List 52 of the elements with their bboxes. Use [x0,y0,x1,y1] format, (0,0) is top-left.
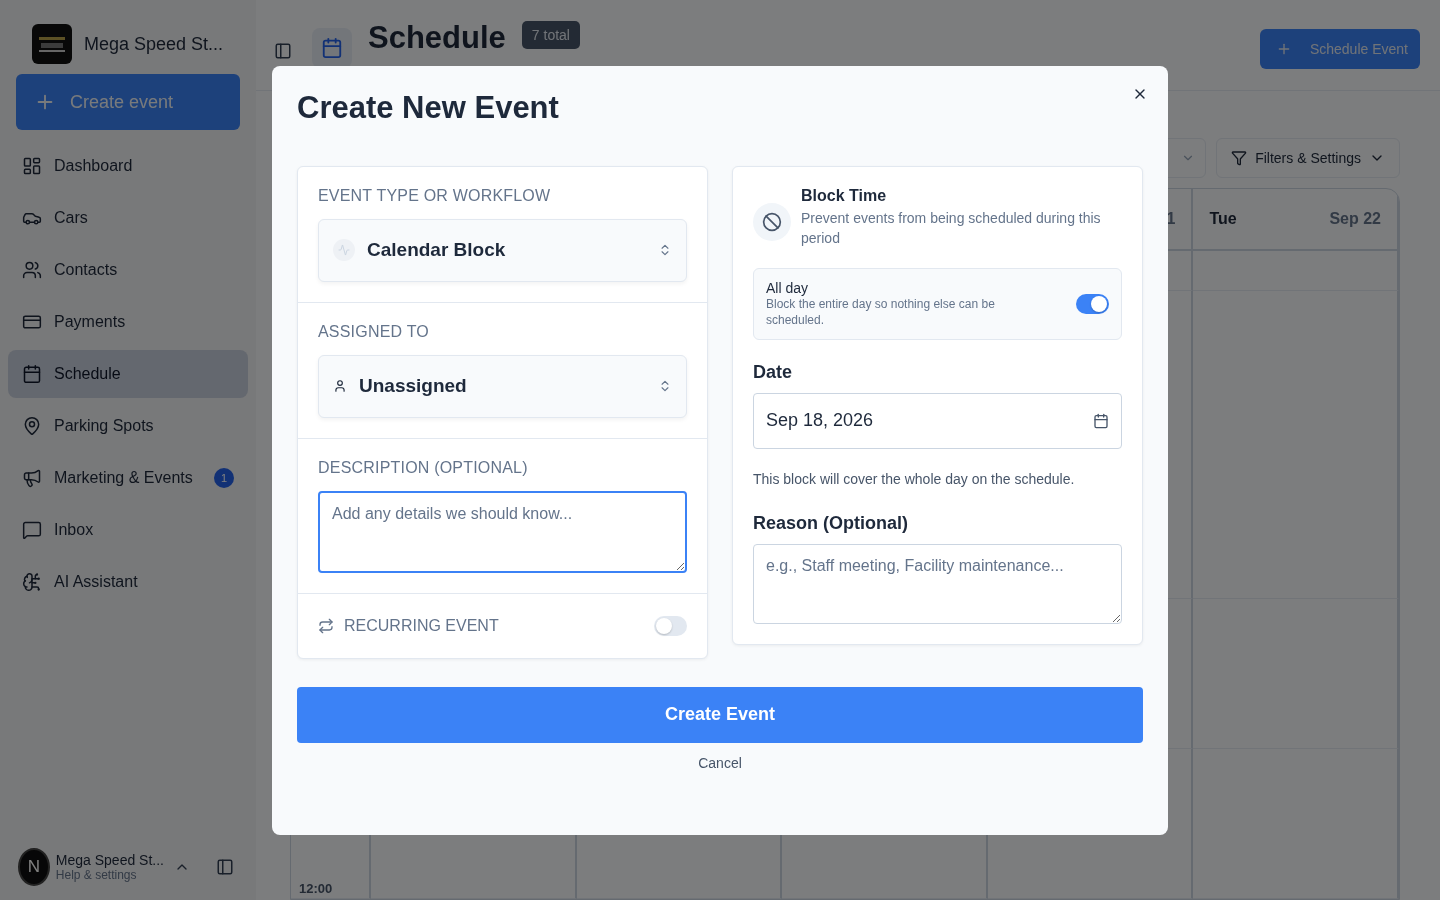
map-pin-icon [22,416,42,436]
date-field[interactable]: Sep 18, 2026 [753,392,1122,449]
filters-button[interactable]: Filters & Settings [1216,138,1400,178]
brand-name: Mega Speed St... [84,33,224,55]
description-field[interactable]: Add any details we should know... [318,490,687,573]
nav-item[interactable]: Schedule [8,350,248,398]
time-label: 12:00 [299,881,333,896]
user-name: Mega Speed St... [55,852,164,868]
count-badge: 7 total [521,21,580,49]
recurring-toggle[interactable] [654,615,687,636]
user-avatar[interactable]: N [18,848,50,886]
day-date: Sep 22 [1329,210,1381,228]
brain-icon [22,572,42,592]
users-icon [22,260,42,280]
activity-icon [333,239,355,261]
chat-bubble-icon [22,520,42,540]
page-title: Schedule [368,20,506,56]
day-date: 1 [1166,210,1176,228]
repeat-icon [318,617,334,634]
megaphone-icon [22,468,42,488]
recurring-label: RECURRING EVENT [344,616,499,635]
dialog-title: Create New Event [297,89,560,126]
dashboard-icon [22,156,42,176]
calendar-icon [1093,412,1109,429]
create-event-button[interactable]: Create Event [297,686,1143,743]
field-label: ASSIGNED TO [318,322,430,341]
all-day-subtitle: Block the entire day so nothing else can be scheduled. [766,296,996,328]
cancel-button[interactable]: Cancel [694,752,746,773]
count-badge: 1 [214,468,234,488]
user-subtitle: Help & settings [55,868,138,882]
user-icon [333,379,347,393]
block-title: Block Time [801,186,888,205]
event-type-select[interactable]: Calendar Block [318,218,687,282]
reason-field[interactable]: e.g., Staff meeting, Facility maintenance... [753,543,1122,624]
filter-icon [1231,150,1248,166]
field-label: EVENT TYPE OR WORKFLOW [318,186,552,205]
date-note: This block will cover the whole day on the schedule. [753,470,1076,487]
calendar-icon [312,28,352,68]
field-label: Date [753,361,793,383]
calendar-icon [22,364,42,384]
schedule-event-button[interactable]: Schedule Event [1259,29,1420,69]
logo-image [32,24,72,64]
ban-icon [753,202,791,241]
block-subtitle: Prevent events from being scheduled during this period [801,208,1102,248]
assignee-select[interactable]: Unassigned [318,354,687,418]
create-event-button[interactable]: Create event [16,74,240,130]
field-label: Reason (Optional) [753,512,909,534]
day-name: Tue [1209,210,1237,228]
all-day-title: All day [766,279,810,296]
card-icon [22,312,42,332]
all-day-toggle[interactable] [1076,293,1109,314]
field-label: DESCRIPTION (OPTIONAL) [318,458,529,477]
